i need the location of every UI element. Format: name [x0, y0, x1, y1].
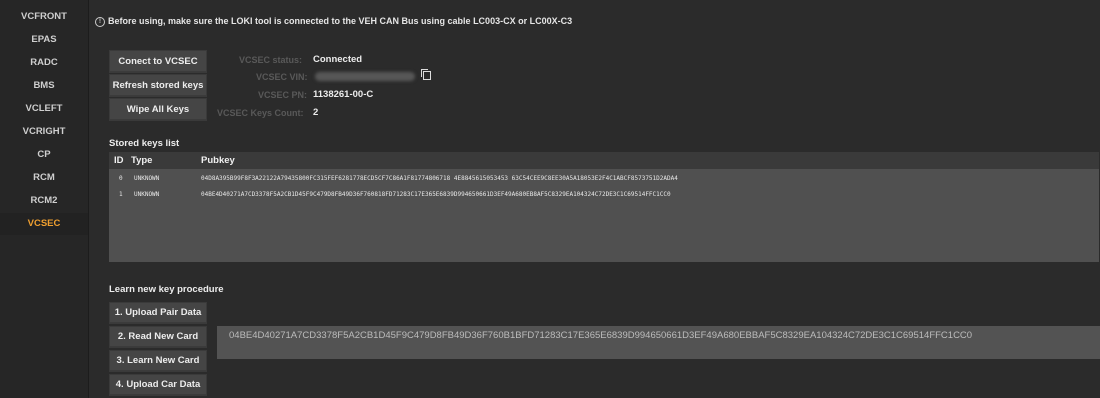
learn-new-card-button[interactable]: 3. Learn New Card: [109, 350, 207, 372]
wipe-keys-button[interactable]: Wipe All Keys: [109, 98, 207, 121]
sidebar-item-radc[interactable]: RADC: [0, 52, 88, 75]
refresh-keys-button[interactable]: Refresh stored keys: [109, 74, 207, 97]
main-panel: ! Before using, make sure the LOKI tool i…: [89, 0, 1100, 398]
pn-label: VCSEC PN:: [258, 90, 308, 100]
notice-banner: ! Before using, make sure the LOKI tool i…: [95, 16, 572, 27]
stored-keys-table: ID Type Pubkey 0 UNKNOWN 04D8A395B99F8F3…: [109, 152, 1099, 262]
learn-procedure-title: Learn new key procedure: [109, 284, 224, 295]
table-row[interactable]: 0 UNKNOWN 04D8A395B99F8F3A22122A79435800…: [109, 171, 1099, 187]
column-header-type: Type: [131, 155, 153, 166]
row-id: 1: [119, 191, 123, 198]
info-icon: !: [95, 16, 105, 27]
vin-value-redacted: [315, 72, 415, 81]
sidebar-item-vcright[interactable]: VCRIGHT: [0, 121, 88, 144]
row-pubkey: 04D8A395B99F8F3A22122A79435800FC315FEF62…: [201, 175, 678, 182]
keys-count-value: 2: [313, 107, 319, 118]
table-row[interactable]: 1 UNKNOWN 04BE4D40271A7CD3378F5A2CB1D45F…: [109, 187, 1099, 203]
sidebar: VCFRONT EPAS RADC BMS VCLEFT VCRIGHT CP …: [0, 0, 89, 398]
upload-car-data-button[interactable]: 4. Upload Car Data: [109, 374, 207, 396]
sidebar-item-vcleft[interactable]: VCLEFT: [0, 98, 88, 121]
row-type: UNKNOWN: [134, 175, 160, 182]
stored-keys-title: Stored keys list: [109, 138, 180, 149]
copy-icon[interactable]: [421, 69, 431, 80]
column-header-pubkey: Pubkey: [201, 155, 235, 166]
vin-label: VCSEC VIN:: [256, 72, 308, 82]
pn-value: 1138261-00-C: [313, 89, 374, 100]
sidebar-item-cp[interactable]: CP: [0, 144, 88, 167]
sidebar-item-vcsec[interactable]: VCSEC: [0, 212, 88, 235]
row-id: 0: [119, 175, 123, 182]
row-pubkey: 04BE4D40271A7CD3378F5A2CB1D45F9C479D8FB4…: [201, 191, 671, 198]
status-value: Connected: [313, 54, 363, 65]
sidebar-item-bms[interactable]: BMS: [0, 75, 88, 98]
card-key-output[interactable]: 04BE4D40271A7CD3378F5A2CB1D45F9C479D8FB4…: [217, 326, 1100, 359]
notice-text: Before using, make sure the LOKI tool is…: [108, 16, 573, 26]
row-type: UNKNOWN: [134, 191, 160, 198]
sidebar-item-rcm2[interactable]: RCM2: [0, 190, 88, 213]
sidebar-item-rcm[interactable]: RCM: [0, 167, 88, 190]
keys-count-label: VCSEC Keys Count:: [217, 108, 304, 118]
sidebar-item-vcfront[interactable]: VCFRONT: [0, 6, 88, 29]
column-header-id: ID: [114, 155, 124, 166]
sidebar-item-epas[interactable]: EPAS: [0, 29, 88, 52]
upload-pair-data-button[interactable]: 1. Upload Pair Data: [109, 302, 207, 324]
connect-vcsec-button[interactable]: Conect to VCSEC: [109, 50, 207, 73]
status-label: VCSEC status:: [239, 55, 303, 65]
read-new-card-button[interactable]: 2. Read New Card: [109, 326, 207, 348]
table-header: ID Type Pubkey: [109, 152, 1099, 169]
